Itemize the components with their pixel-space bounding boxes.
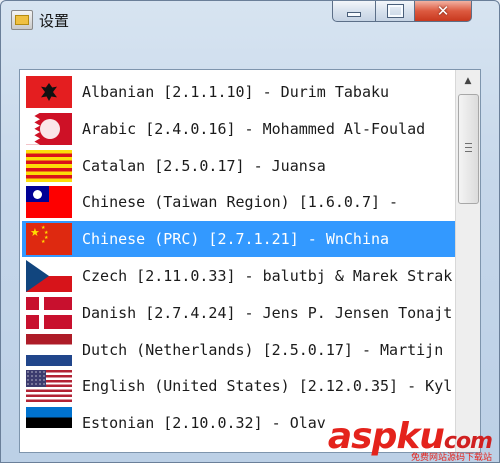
language-row[interactable]: English (United States) [2.12.0.35] - Ky… [22, 368, 456, 404]
language-row[interactable]: Czech [2.11.0.33] - balutbj & Marek Stra… [22, 258, 456, 294]
language-label: Albanian [2.1.1.10] - Durim Tabaku [82, 83, 390, 101]
language-row[interactable]: Chinese (Taiwan Region) [1.6.0.7] - [22, 184, 456, 220]
language-list[interactable]: Albanian [2.1.1.10] - Durim Tabaku Arabic… [19, 69, 481, 453]
language-label: Chinese (Taiwan Region) [1.6.0.7] - [82, 193, 399, 212]
language-row[interactable]: ★ ★ ★ ★ ★ Chinese (PRC) [2.7.1.21] - WnChina [22, 221, 456, 258]
maximize-icon [386, 4, 404, 18]
language-row[interactable]: Catalan [2.5.0.17] - Juansa [22, 148, 456, 184]
minimize-icon [347, 11, 361, 17]
watermark-tagline: 免费网站源码下载站 [410, 453, 492, 463]
app-icon [11, 10, 33, 30]
language-label: Danish [2.7.4.24] - Jens P. Jensen Tonaj… [82, 303, 453, 322]
language-label: English (United States) [2.12.0.35] - Ky… [82, 377, 453, 396]
language-label: Chinese (PRC) [2.7.1.21] - WnChina [82, 230, 390, 249]
language-label: Czech [2.11.0.33] - balutbj & Marek Stra… [82, 267, 453, 285]
scrollbar-thumb[interactable] [458, 94, 479, 204]
language-row[interactable]: Arabic [2.4.0.16] - Mohammed Al-Foulad [22, 111, 456, 147]
denmark-flag-icon [26, 296, 72, 329]
title-bar[interactable]: 设置 ✕ [1, 1, 499, 37]
language-label: Catalan [2.5.0.17] - Juansa [82, 156, 326, 175]
close-button[interactable]: ✕ [414, 1, 472, 22]
netherlands-flag-icon [26, 333, 72, 366]
grip-line [465, 143, 472, 144]
language-label: Dutch (Netherlands) [2.5.0.17] - Martijn [82, 340, 444, 359]
china-flag-icon: ★ ★ ★ ★ ★ [26, 223, 72, 256]
albania-flag-icon [26, 76, 72, 108]
taiwan-flag-icon [26, 186, 72, 219]
settings-window: 设置 ✕ Albanian [2.1.1.10] - Durim Tabaku A… [0, 0, 500, 463]
catalonia-flag-icon [26, 149, 72, 182]
language-row[interactable]: Danish [2.7.4.24] - Jens P. Jensen Tonaj… [22, 295, 456, 331]
usa-flag-icon [26, 370, 72, 403]
language-label: Estonian [2.10.0.32] - Olav [82, 414, 326, 433]
language-row[interactable]: Dutch (Netherlands) [2.5.0.17] - Martijn [22, 332, 456, 368]
language-row[interactable]: Albanian [2.1.1.10] - Durim Tabaku [22, 74, 456, 110]
scroll-up-icon[interactable]: ▲ [456, 70, 480, 92]
bahrain-flag-icon [26, 112, 72, 145]
estonia-flag-icon [26, 407, 72, 440]
grip-line [465, 151, 472, 152]
czech-flag-icon [26, 260, 72, 292]
language-label: Arabic [2.4.0.16] - Mohammed Al-Foulad [82, 119, 426, 138]
watermark-logo: aspkucom 免费网站源码下载站 [328, 416, 493, 463]
minimize-button[interactable] [332, 1, 376, 22]
close-icon: ✕ [436, 2, 450, 20]
maximize-button[interactable] [375, 1, 415, 22]
grip-line [465, 147, 472, 148]
vertical-scrollbar[interactable]: ▲ [455, 70, 480, 452]
window-title: 设置 [39, 12, 70, 30]
